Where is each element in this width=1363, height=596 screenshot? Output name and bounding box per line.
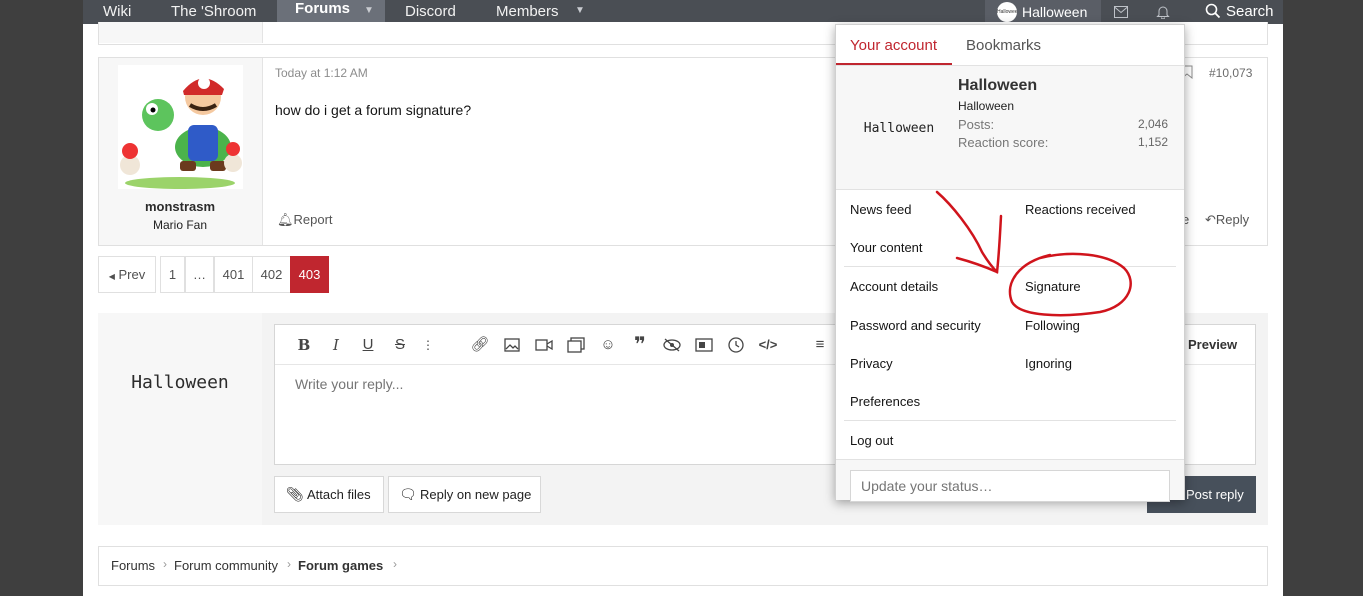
nav-forums-tab[interactable]: Forums ▼ — [277, 0, 385, 24]
post-timestamp[interactable]: Today at 1:12 AM — [275, 66, 368, 80]
menu-user-title: Halloween — [958, 99, 1015, 113]
breadcrumb-forum-games[interactable]: Forum games — [298, 558, 383, 573]
tab-bookmarks[interactable]: Bookmarks — [966, 37, 1041, 54]
author-name[interactable]: monstrasm — [98, 199, 262, 214]
menu-signature[interactable]: Signature — [1025, 279, 1081, 294]
reaction-score-label: Reaction score: — [958, 135, 1049, 150]
menu-news-feed[interactable]: News feed — [850, 202, 911, 217]
paperclip-icon: 📎︎ — [286, 486, 304, 502]
attach-files-button[interactable]: 📎︎ Attach files — [274, 476, 384, 513]
status-input[interactable] — [850, 470, 1170, 502]
menu-log-out[interactable]: Log out — [850, 433, 893, 448]
clock-icon[interactable] — [726, 335, 746, 355]
search-icon — [1205, 3, 1221, 19]
posts-value[interactable]: 2,046 — [1138, 117, 1168, 131]
menu-password-security[interactable]: Password and security — [850, 318, 981, 333]
pager-ellipsis[interactable]: … — [185, 256, 214, 293]
nav-discord[interactable]: Discord — [405, 0, 456, 24]
bell-icon[interactable] — [1143, 0, 1183, 24]
chevron-right-icon: › — [393, 557, 397, 571]
comment-icon: 🗨︎ — [399, 486, 417, 502]
nav-wiki[interactable]: Wiki — [103, 0, 131, 24]
menu-reactions-received[interactable]: Reactions received — [1025, 202, 1136, 217]
chevron-right-icon: › — [163, 557, 167, 571]
breadcrumb-forums[interactable]: Forums — [111, 558, 155, 573]
author-avatar[interactable] — [118, 65, 243, 189]
author-title: Mario Fan — [152, 218, 208, 232]
breadcrumb-forum-community[interactable]: Forum community — [174, 558, 278, 573]
report-link[interactable]: 🔔︎Report — [277, 212, 333, 228]
chevron-down-icon[interactable]: ▼ — [575, 0, 585, 24]
menu-preferences[interactable]: Preferences — [850, 394, 920, 409]
reply-new-page-button[interactable]: 🗨︎ Reply on new page — [388, 476, 541, 513]
tab-your-account[interactable]: Your account — [850, 37, 937, 54]
account-button[interactable]: Halloween Halloween — [985, 0, 1101, 24]
underline-icon[interactable]: U — [358, 335, 378, 355]
posts-label: Posts: — [958, 117, 995, 132]
menu-ignoring[interactable]: Ignoring — [1025, 356, 1072, 371]
preview-button[interactable]: Preview — [1188, 337, 1237, 352]
chevron-left-icon: ◀ — [108, 272, 115, 281]
gallery-icon[interactable] — [566, 335, 586, 355]
menu-avatar[interactable]: Halloween — [849, 121, 949, 136]
nav-members[interactable]: Members — [496, 0, 559, 24]
pager-page-402[interactable]: 402 — [252, 256, 291, 293]
reply-avatar: Halloween — [131, 372, 229, 393]
post-body: how do i get a forum signature? — [275, 102, 472, 118]
pager-page-403[interactable]: 403 — [290, 256, 329, 293]
spoiler-icon[interactable] — [662, 335, 682, 355]
pager-prev-button[interactable]: ◀ Prev — [98, 256, 156, 293]
inline-spoiler-icon[interactable] — [694, 335, 714, 355]
menu-your-content[interactable]: Your content — [850, 240, 923, 255]
link-icon[interactable]: 🔗︎ — [470, 335, 490, 355]
avatar: Halloween — [997, 2, 1017, 22]
pager-page-1[interactable]: 1 — [160, 256, 185, 293]
quote-icon[interactable]: ❞ — [630, 335, 650, 355]
chevron-right-icon: › — [287, 557, 291, 571]
smiley-icon[interactable]: ☺ — [598, 335, 618, 355]
mail-icon[interactable] — [1101, 0, 1141, 24]
menu-username[interactable]: Halloween — [958, 77, 1037, 95]
bold-icon[interactable]: B — [294, 335, 314, 355]
pager-page-401[interactable]: 401 — [214, 256, 253, 293]
account-name: Halloween — [1022, 4, 1088, 20]
search-label: Search — [1226, 3, 1274, 20]
reaction-score-value[interactable]: 1,152 — [1138, 135, 1168, 149]
reply-input[interactable] — [295, 373, 835, 395]
reply-icon: ↶ — [1205, 212, 1216, 227]
chevron-down-icon[interactable]: ▼ — [364, 0, 374, 23]
image-icon[interactable] — [502, 335, 522, 355]
reply-link[interactable]: ↶Reply — [1205, 212, 1249, 228]
menu-privacy[interactable]: Privacy — [850, 356, 893, 371]
nav-the-shroom[interactable]: The 'Shroom — [171, 0, 256, 24]
italic-icon[interactable]: I — [326, 335, 346, 355]
post-number[interactable]: #10,073 — [1209, 66, 1252, 80]
align-icon[interactable]: ≡ — [810, 335, 830, 355]
search-button[interactable]: Search — [1191, 0, 1283, 24]
menu-following[interactable]: Following — [1025, 318, 1080, 333]
account-menu: Your account Bookmarks Halloween Hallowe… — [835, 24, 1185, 502]
menu-account-details[interactable]: Account details — [850, 279, 938, 294]
strikethrough-icon[interactable]: S — [390, 335, 410, 355]
nav-forums-label: Forums — [295, 0, 351, 17]
code-icon[interactable]: </> — [758, 335, 778, 355]
bell-icon: 🔔︎ — [277, 212, 294, 227]
media-icon[interactable] — [534, 335, 554, 355]
more-options-icon[interactable]: ⋮ — [418, 335, 438, 355]
